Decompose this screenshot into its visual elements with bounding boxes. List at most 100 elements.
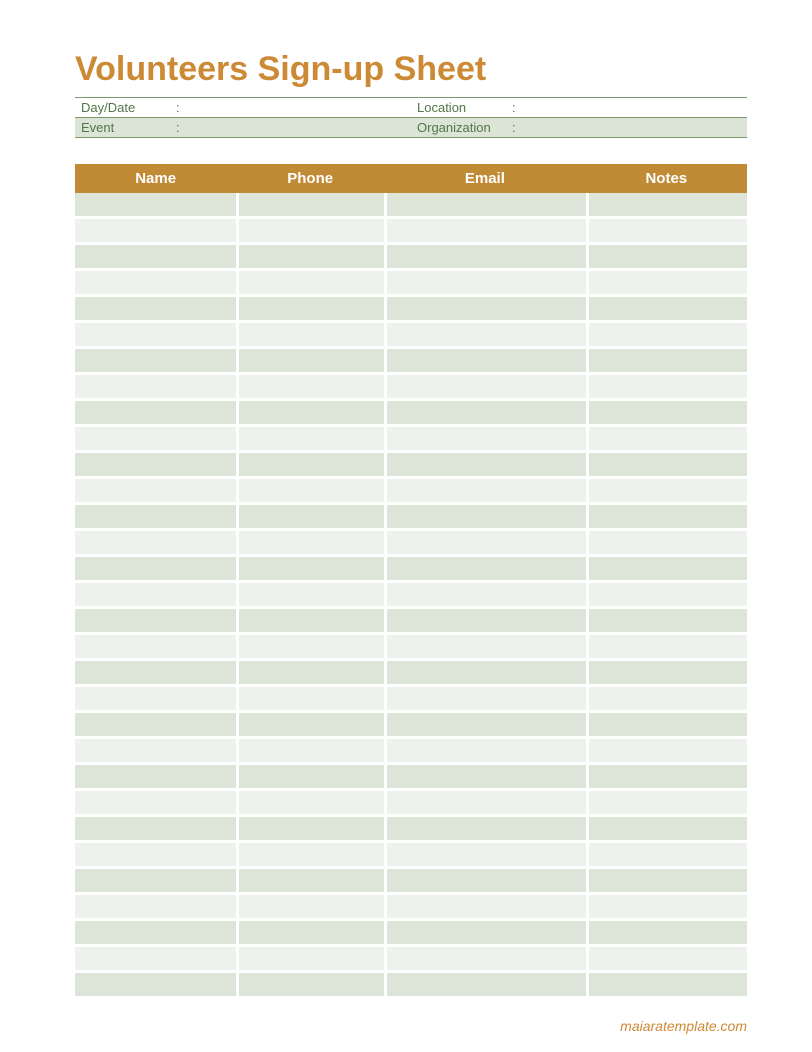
cell-email [384, 479, 586, 502]
header-email: Email [384, 164, 586, 193]
table-row [75, 843, 747, 866]
cell-email [384, 271, 586, 294]
cell-email [384, 791, 586, 814]
cell-phone [236, 219, 384, 242]
info-daydate: Day/Date : [75, 98, 411, 117]
cell-notes [586, 401, 747, 424]
cell-name [75, 401, 236, 424]
cell-email [384, 531, 586, 554]
cell-notes [586, 739, 747, 762]
cell-notes [586, 271, 747, 294]
info-section: Day/Date : Location : Event : Organizati… [75, 97, 747, 138]
cell-notes [586, 817, 747, 840]
cell-name [75, 843, 236, 866]
cell-email [384, 297, 586, 320]
table-row [75, 505, 747, 528]
cell-name [75, 765, 236, 788]
cell-phone [236, 973, 384, 996]
cell-notes [586, 193, 747, 216]
cell-notes [586, 869, 747, 892]
info-colon: : [176, 120, 180, 135]
cell-notes [586, 843, 747, 866]
table-row [75, 661, 747, 684]
info-location: Location : [411, 98, 747, 117]
table-row [75, 635, 747, 658]
cell-notes [586, 297, 747, 320]
cell-notes [586, 895, 747, 918]
cell-phone [236, 817, 384, 840]
cell-notes [586, 323, 747, 346]
cell-name [75, 427, 236, 450]
info-label-event: Event [81, 120, 176, 135]
table-row [75, 557, 747, 580]
cell-email [384, 661, 586, 684]
page-title: Volunteers Sign-up Sheet [75, 50, 747, 89]
cell-name [75, 219, 236, 242]
table-row [75, 583, 747, 606]
info-colon: : [512, 100, 516, 115]
cell-name [75, 453, 236, 476]
cell-email [384, 349, 586, 372]
info-row-2: Event : Organization : [75, 117, 747, 138]
cell-phone [236, 401, 384, 424]
cell-email [384, 713, 586, 736]
cell-name [75, 349, 236, 372]
cell-notes [586, 479, 747, 502]
cell-email [384, 843, 586, 866]
cell-name [75, 947, 236, 970]
table-row [75, 687, 747, 710]
table-header-row: Name Phone Email Notes [75, 164, 747, 193]
cell-phone [236, 349, 384, 372]
cell-phone [236, 193, 384, 216]
cell-email [384, 635, 586, 658]
cell-name [75, 973, 236, 996]
cell-email [384, 375, 586, 398]
info-colon: : [512, 120, 516, 135]
table-row [75, 947, 747, 970]
table-row [75, 245, 747, 268]
table-row [75, 219, 747, 242]
table-row [75, 271, 747, 294]
cell-notes [586, 765, 747, 788]
cell-email [384, 583, 586, 606]
table-row [75, 427, 747, 450]
cell-phone [236, 427, 384, 450]
info-label-daydate: Day/Date [81, 100, 176, 115]
header-phone: Phone [236, 164, 384, 193]
info-organization: Organization : [411, 118, 747, 137]
table-row [75, 297, 747, 320]
cell-phone [236, 921, 384, 944]
cell-notes [586, 609, 747, 632]
cell-notes [586, 635, 747, 658]
cell-name [75, 297, 236, 320]
cell-name [75, 245, 236, 268]
cell-name [75, 739, 236, 762]
cell-name [75, 479, 236, 502]
table-row [75, 739, 747, 762]
cell-email [384, 505, 586, 528]
cell-notes [586, 713, 747, 736]
cell-email [384, 817, 586, 840]
cell-phone [236, 245, 384, 268]
table-row [75, 375, 747, 398]
info-colon: : [176, 100, 180, 115]
cell-notes [586, 349, 747, 372]
cell-email [384, 219, 586, 242]
cell-email [384, 609, 586, 632]
cell-phone [236, 323, 384, 346]
table-row [75, 453, 747, 476]
cell-phone [236, 661, 384, 684]
cell-name [75, 791, 236, 814]
cell-phone [236, 583, 384, 606]
cell-phone [236, 375, 384, 398]
cell-email [384, 453, 586, 476]
cell-email [384, 427, 586, 450]
table-row [75, 713, 747, 736]
cell-name [75, 921, 236, 944]
cell-email [384, 323, 586, 346]
cell-name [75, 271, 236, 294]
cell-phone [236, 765, 384, 788]
cell-email [384, 869, 586, 892]
cell-phone [236, 297, 384, 320]
cell-email [384, 973, 586, 996]
